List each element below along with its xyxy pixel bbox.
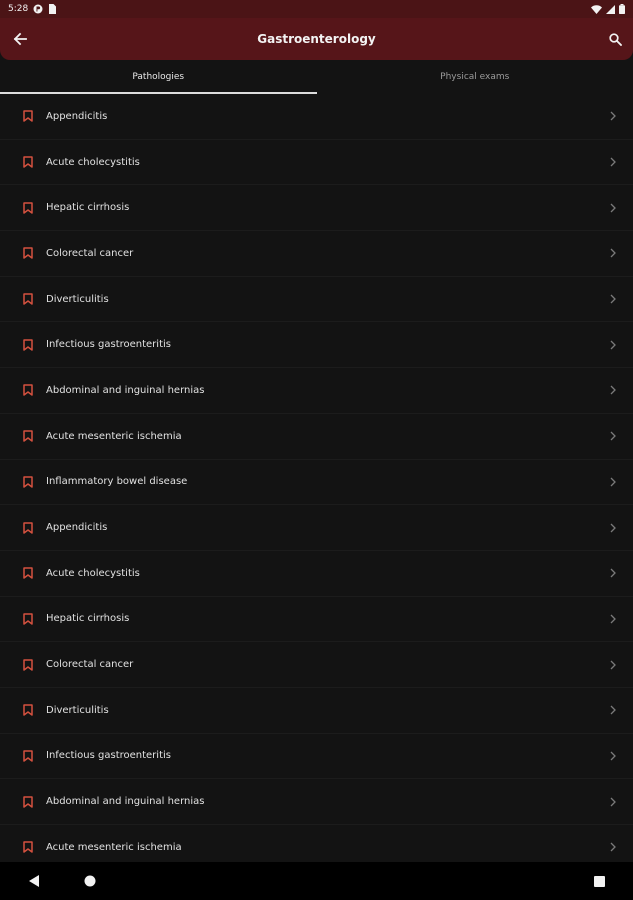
bookmark-icon[interactable]: [23, 429, 35, 443]
list-item-label: Appendicitis: [46, 110, 108, 122]
list-item[interactable]: Diverticulitis: [0, 688, 633, 734]
search-icon: [608, 32, 622, 46]
chevron-right-icon: [608, 475, 618, 489]
list-item-label: Acute cholecystitis: [46, 156, 140, 168]
list-item[interactable]: Hepatic cirrhosis: [0, 597, 633, 643]
list-item[interactable]: Abdominal and inguinal hernias: [0, 368, 633, 414]
bookmark-icon[interactable]: [23, 566, 35, 580]
list-item[interactable]: Abdominal and inguinal hernias: [0, 779, 633, 825]
list-item[interactable]: Acute cholecystitis: [0, 551, 633, 597]
list-item[interactable]: Appendicitis: [0, 505, 633, 551]
list-item[interactable]: Acute mesenteric ischemia: [0, 825, 633, 862]
back-button[interactable]: [6, 25, 34, 53]
sim-card-icon: [49, 4, 57, 14]
list-item-label: Infectious gastroenteritis: [46, 339, 171, 351]
bookmark-icon[interactable]: [23, 109, 35, 123]
tab-physical-exams[interactable]: Physical exams: [317, 60, 633, 94]
chevron-right-icon: [608, 246, 618, 260]
list-item-label: Hepatic cirrhosis: [46, 202, 130, 214]
list-item[interactable]: Acute mesenteric ischemia: [0, 414, 633, 460]
status-right: [591, 4, 625, 14]
nav-recents-button[interactable]: [589, 871, 609, 891]
chevron-right-icon: [608, 521, 618, 535]
bookmark-icon[interactable]: [23, 201, 35, 215]
bookmark-icon[interactable]: [23, 658, 35, 672]
list-item[interactable]: Infectious gastroenteritis: [0, 734, 633, 780]
list-item[interactable]: Appendicitis: [0, 94, 633, 140]
bookmark-icon[interactable]: [23, 475, 35, 489]
list-item-label: Colorectal cancer: [46, 247, 134, 259]
chevron-right-icon: [608, 155, 618, 169]
chevron-right-icon: [608, 658, 618, 672]
bookmark-icon[interactable]: [23, 338, 35, 352]
status-time: 5:28: [8, 4, 29, 14]
bookmark-icon[interactable]: [23, 703, 35, 717]
status-bar: 5:28: [0, 0, 633, 18]
home-circle-icon: [84, 875, 96, 887]
list-item-label: Appendicitis: [46, 522, 108, 534]
list-item[interactable]: Colorectal cancer: [0, 642, 633, 688]
square-recents-icon: [593, 875, 605, 887]
tab-pathologies[interactable]: Pathologies: [0, 60, 317, 94]
nav-back-button[interactable]: [24, 871, 44, 891]
list-item[interactable]: Diverticulitis: [0, 277, 633, 323]
chevron-right-icon: [608, 109, 618, 123]
list-item-label: Diverticulitis: [46, 293, 109, 305]
signal-icon: [606, 4, 615, 14]
chevron-right-icon: [608, 840, 618, 854]
chevron-right-icon: [608, 292, 618, 306]
navigation-bar: [0, 862, 633, 900]
list-item-label: Abdominal and inguinal hernias: [46, 384, 205, 396]
triangle-back-icon: [28, 875, 39, 887]
list-item[interactable]: Hepatic cirrhosis: [0, 185, 633, 232]
list-item-label: Inflammatory bowel disease: [46, 476, 188, 488]
list-item-label: Diverticulitis: [46, 704, 109, 716]
pathology-list: Appendicitis Acute cholecystitis Hepatic c…: [0, 94, 633, 862]
wifi-icon: [591, 4, 602, 14]
bookmark-icon[interactable]: [23, 383, 35, 397]
chevron-right-icon: [608, 338, 618, 352]
chevron-right-icon: [608, 795, 618, 809]
list-item[interactable]: Inflammatory bowel disease: [0, 460, 633, 506]
list-item-label: Colorectal cancer: [46, 659, 134, 671]
list-item-label: Acute mesenteric ischemia: [46, 841, 182, 853]
list-item[interactable]: Infectious gastroenteritis: [0, 322, 633, 369]
bookmark-icon[interactable]: [23, 521, 35, 535]
bookmark-icon[interactable]: [23, 612, 35, 626]
list-item-label: Infectious gastroenteritis: [46, 750, 171, 762]
search-button[interactable]: [601, 25, 629, 53]
page-title: Gastroenterology: [257, 32, 376, 46]
bookmark-icon[interactable]: [23, 246, 35, 260]
bookmark-icon[interactable]: [23, 749, 35, 763]
list-item-label: Abdominal and inguinal hernias: [46, 796, 205, 808]
list-item-label: Hepatic cirrhosis: [46, 613, 130, 625]
arrow-left-icon: [13, 32, 27, 46]
bookmark-icon[interactable]: [23, 155, 35, 169]
tab-pathologies-label: Pathologies: [132, 72, 185, 82]
tab-bar: Pathologies Physical exams: [0, 60, 633, 94]
bookmark-icon[interactable]: [23, 840, 35, 854]
chevron-right-icon: [608, 201, 618, 215]
chevron-right-icon: [608, 383, 618, 397]
nav-home-button[interactable]: [80, 871, 100, 891]
chevron-right-icon: [608, 566, 618, 580]
tab-physical-exams-label: Physical exams: [440, 72, 510, 82]
chevron-right-icon: [608, 749, 618, 763]
app-bar: Gastroenterology: [0, 18, 633, 60]
list-item-label: Acute mesenteric ischemia: [46, 430, 182, 442]
bookmark-icon[interactable]: [23, 795, 35, 809]
list-item-label: Acute cholecystitis: [46, 567, 140, 579]
app-notification-icon: [33, 4, 43, 14]
chevron-right-icon: [608, 429, 618, 443]
chevron-right-icon: [608, 612, 618, 626]
status-left: 5:28: [8, 4, 57, 14]
bookmark-icon[interactable]: [23, 292, 35, 306]
list-item[interactable]: Colorectal cancer: [0, 231, 633, 277]
battery-icon: [619, 4, 625, 14]
list-item[interactable]: Acute cholecystitis: [0, 140, 633, 186]
chevron-right-icon: [608, 703, 618, 717]
